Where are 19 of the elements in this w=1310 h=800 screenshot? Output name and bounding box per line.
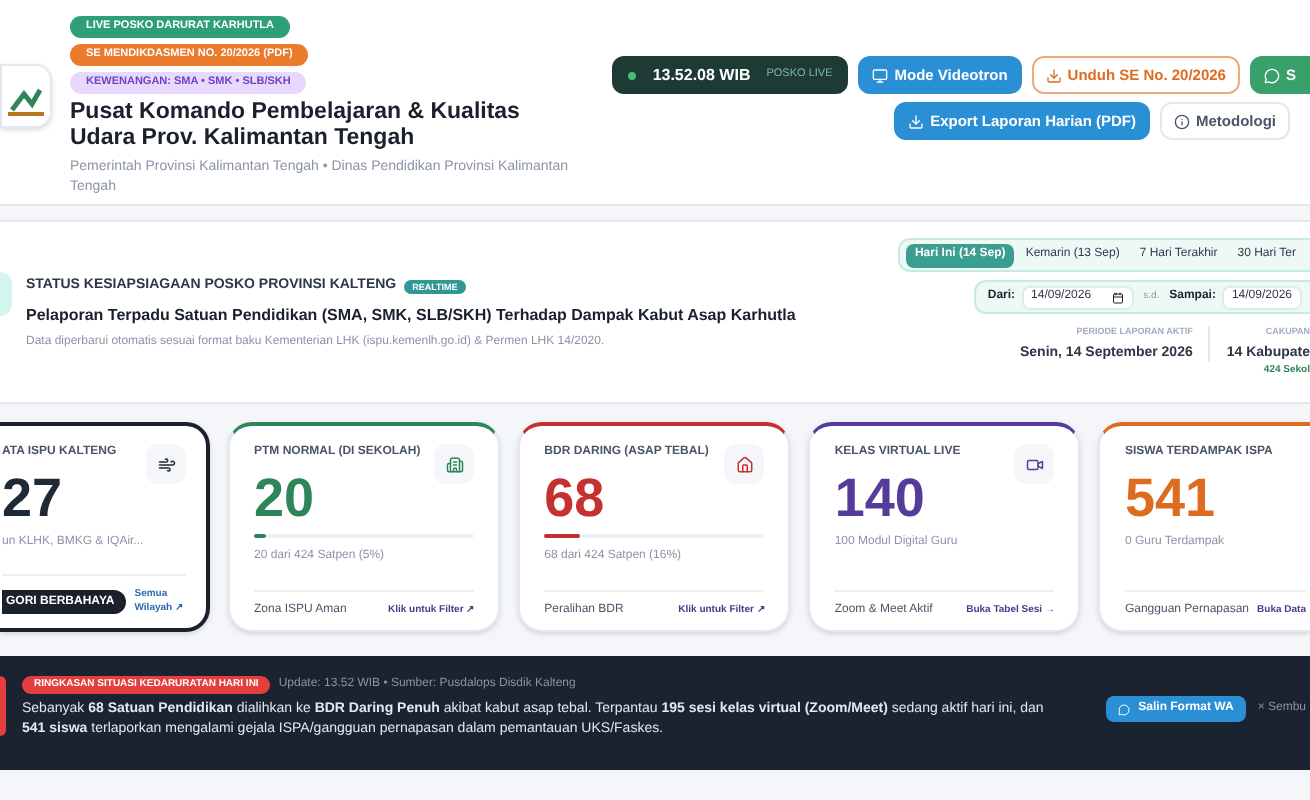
chat-icon: [1118, 703, 1131, 715]
card-value: 68: [544, 472, 607, 524]
card-icon: [1014, 444, 1055, 484]
clock-time: 13.52.08 WIB: [652, 63, 751, 87]
card-value: 20: [254, 472, 317, 524]
button-icon: [908, 113, 925, 129]
button-icon: [1045, 67, 1062, 83]
page-title: Pusat Komando Pembelajaran & Kualitas Udara Prov. Kalimantan Tengah: [70, 100, 522, 152]
button-icon: [872, 67, 889, 83]
card-value: 541: [1124, 472, 1218, 524]
button-icon: [1263, 67, 1280, 83]
status-heading: Pelaporan Terpadu Satuan Pendidikan (SMA, SMK, SLB/SKH) Terhadap Dampak Kabut Asap Karhutla: [26, 303, 796, 327]
card-icon: [146, 444, 186, 484]
card-value: 140: [834, 472, 927, 524]
button-icon: [1174, 113, 1190, 129]
card-icon: [434, 444, 475, 484]
card-value: 27: [2, 472, 65, 524]
card-icon: [724, 444, 765, 484]
calendar-icon: [1111, 291, 1124, 303]
